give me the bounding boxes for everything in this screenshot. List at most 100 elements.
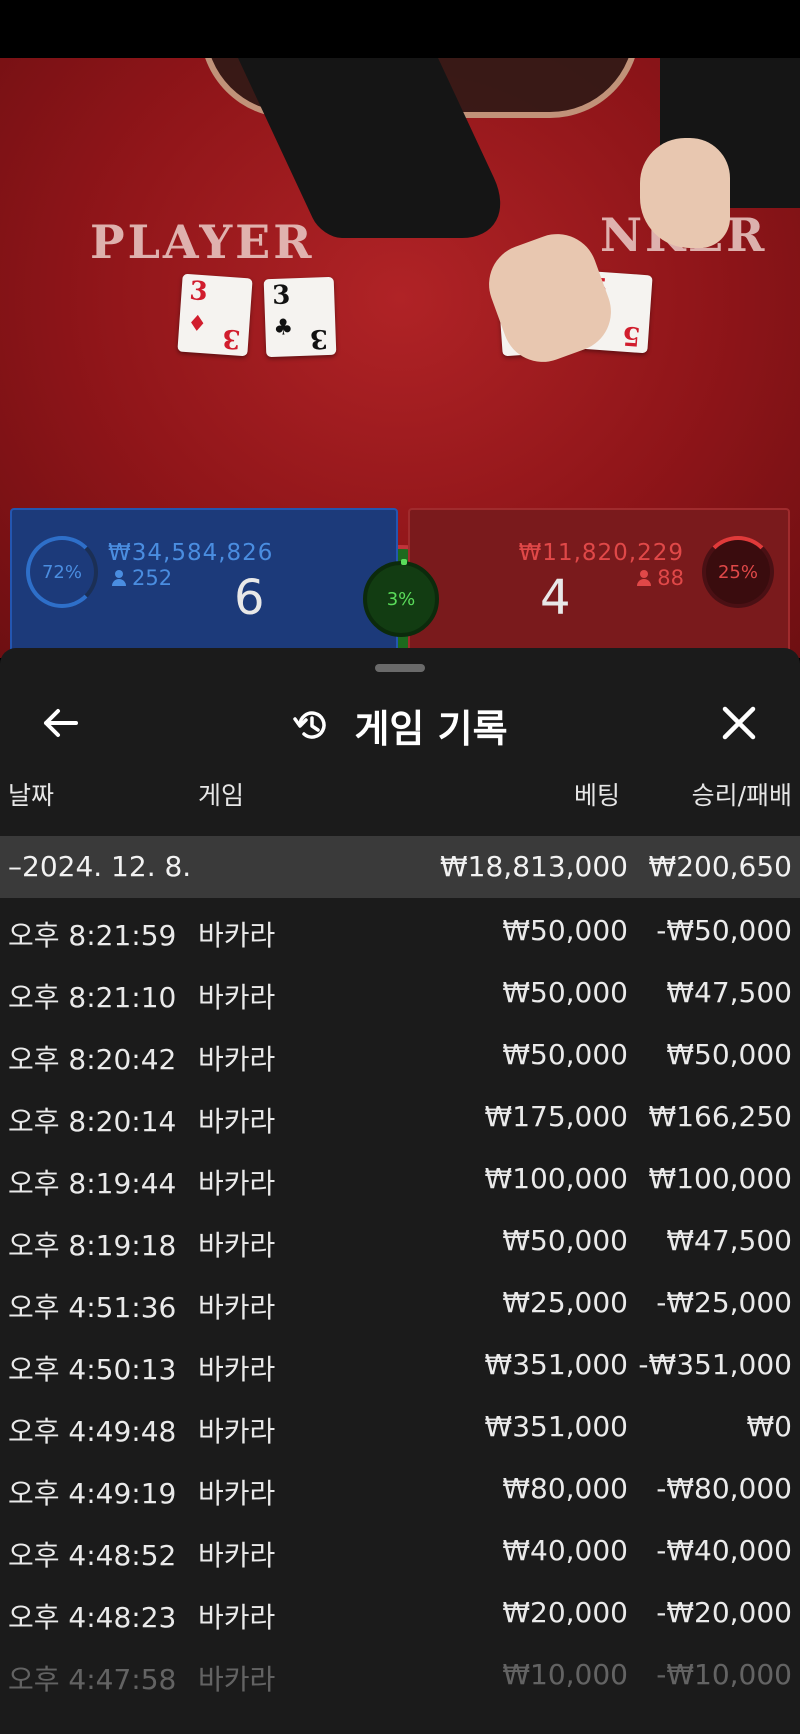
row-time: 오후 4:47:58 — [8, 1663, 177, 1696]
banker-bettor-count: 88 — [637, 566, 684, 590]
player-card-2: 3 ♣ 3 — [263, 276, 337, 358]
row-game: 바카라 — [198, 1539, 276, 1572]
player-total-bet: ₩34,584,826 — [108, 540, 274, 566]
column-header-result: 승리/패배 — [691, 781, 792, 810]
row-game: 바카라 — [198, 1043, 276, 1076]
history-row[interactable]: 오후 4:50:13 바카라 ₩351,000 -₩351,000 — [0, 1332, 800, 1394]
sheet-title: 게임 기록 — [354, 706, 508, 751]
history-row[interactable]: 오후 8:21:10 바카라 ₩50,000 ₩47,500 — [0, 960, 800, 1022]
row-time: 오후 4:49:48 — [8, 1415, 177, 1448]
card-suit: ♦ — [186, 310, 208, 338]
history-row[interactable]: 오후 8:20:42 바카라 ₩50,000 ₩50,000 — [0, 1022, 800, 1084]
row-game: 바카라 — [198, 1167, 276, 1200]
row-bet: ₩50,000 — [502, 1038, 628, 1071]
row-result: ₩47,500 — [666, 1224, 792, 1257]
banker-percent-ring: 25% — [702, 536, 774, 608]
row-bet: ₩40,000 — [502, 1534, 628, 1567]
history-list: 오후 8:21:59 바카라 ₩50,000 -₩50,000 오후 8:21:10 바… — [0, 898, 800, 1704]
row-bet: ₩50,000 — [502, 914, 628, 947]
player-bettor-count: 252 — [112, 566, 172, 590]
history-row[interactable]: 오후 4:47:58 바카라 ₩10,000 -₩10,000 — [0, 1642, 800, 1704]
player-count-value: 252 — [132, 566, 173, 590]
row-time: 오후 4:50:13 — [8, 1353, 177, 1386]
player-table-label: PLAYER — [90, 215, 315, 269]
person-icon — [637, 570, 652, 586]
row-result: ₩166,250 — [648, 1100, 792, 1133]
player-bet-panel[interactable]: 72% ₩34,584,826 252 6 — [10, 508, 398, 658]
banker-bet-panel[interactable]: 25% ₩11,820,229 88 4 — [408, 508, 790, 658]
row-bet: ₩351,000 — [484, 1348, 628, 1381]
arrow-left-icon[interactable] — [38, 700, 84, 746]
history-row[interactable]: 오후 8:21:59 바카라 ₩50,000 -₩50,000 — [0, 898, 800, 960]
row-bet: ₩100,000 — [484, 1162, 628, 1195]
banker-score: 4 — [540, 570, 571, 626]
day-date: –2024. 12. 8. — [8, 850, 192, 883]
row-result: -₩10,000 — [656, 1658, 792, 1691]
row-time: 오후 8:19:18 — [8, 1229, 177, 1262]
drag-handle[interactable] — [375, 664, 425, 672]
person-icon — [112, 570, 126, 586]
history-row[interactable]: 오후 8:20:14 바카라 ₩175,000 ₩166,250 — [0, 1084, 800, 1146]
row-game: 바카라 — [198, 1229, 276, 1262]
row-result: ₩47,500 — [666, 976, 792, 1009]
column-header-game: 게임 — [198, 781, 245, 810]
row-bet: ₩20,000 — [502, 1596, 628, 1629]
history-row[interactable]: 오후 4:49:19 바카라 ₩80,000 -₩80,000 — [0, 1456, 800, 1518]
game-history-sheet: 게임 기록 날짜 게임 베팅 승리/패배 –2024. 12. 8. ₩18,8… — [0, 648, 800, 1734]
title-wrap: 게임 기록 — [0, 690, 800, 760]
row-result: -₩80,000 — [656, 1472, 792, 1505]
tie-percent: 3% — [386, 588, 416, 610]
banker-count-value: 88 — [657, 566, 684, 590]
row-game: 바카라 — [198, 1477, 276, 1510]
row-game: 바카라 — [198, 1415, 276, 1448]
row-result: -₩40,000 — [656, 1534, 792, 1567]
player-card-1: 3 ♦ 3 — [177, 273, 253, 357]
player-percent-ring: 72% — [26, 536, 98, 608]
row-game: 바카라 — [198, 919, 276, 952]
card-rank: 3 — [271, 280, 291, 311]
row-result: ₩0 — [746, 1410, 793, 1443]
history-row[interactable]: 오후 8:19:18 바카라 ₩50,000 ₩47,500 — [0, 1208, 800, 1270]
card-rank: 3 — [188, 276, 209, 308]
day-total-result: ₩200,650 — [648, 850, 792, 883]
day-summary-row[interactable]: –2024. 12. 8. ₩18,813,000 ₩200,650 — [0, 836, 800, 898]
row-time: 오후 4:51:36 — [8, 1291, 177, 1324]
row-time: 오후 4:49:19 — [8, 1477, 177, 1510]
history-row[interactable]: 오후 4:51:36 바카라 ₩25,000 -₩25,000 — [0, 1270, 800, 1332]
day-total-bet: ₩18,813,000 — [439, 850, 628, 883]
banker-percent: 25% — [717, 561, 758, 583]
row-time: 오후 4:48:23 — [8, 1601, 177, 1634]
row-time: 오후 8:21:59 — [8, 919, 177, 952]
row-game: 바카라 — [198, 981, 276, 1014]
row-time: 오후 8:21:10 — [8, 981, 177, 1014]
history-icon — [293, 711, 327, 739]
card-suit: ♣ — [272, 314, 294, 341]
sheet-header: 게임 기록 — [0, 690, 800, 760]
row-result: -₩50,000 — [656, 914, 792, 947]
card-rank: 3 — [309, 323, 329, 354]
tie-percent-ring: 3% — [363, 559, 439, 637]
history-row[interactable]: 오후 8:19:44 바카라 ₩100,000 ₩100,000 — [0, 1146, 800, 1208]
row-game: 바카라 — [198, 1663, 276, 1696]
row-result: ₩100,000 — [648, 1162, 792, 1195]
row-result: -₩25,000 — [656, 1286, 792, 1319]
row-bet: ₩50,000 — [502, 1224, 628, 1257]
row-time: 오후 8:19:44 — [8, 1167, 177, 1200]
row-game: 바카라 — [198, 1601, 276, 1634]
row-bet: ₩10,000 — [502, 1658, 628, 1691]
history-row[interactable]: 오후 4:48:23 바카라 ₩20,000 -₩20,000 — [0, 1580, 800, 1642]
column-header-date: 날짜 — [8, 781, 55, 810]
history-row[interactable]: 오후 4:48:52 바카라 ₩40,000 -₩40,000 — [0, 1518, 800, 1580]
history-row[interactable]: 오후 4:49:48 바카라 ₩351,000 ₩0 — [0, 1394, 800, 1456]
row-result: -₩20,000 — [656, 1596, 792, 1629]
card-rank: 5 — [621, 319, 642, 351]
status-bar — [0, 0, 800, 58]
close-icon[interactable] — [716, 700, 762, 746]
player-score: 6 — [234, 570, 265, 626]
card-rank: 3 — [221, 322, 242, 354]
row-bet: ₩50,000 — [502, 976, 628, 1009]
row-game: 바카라 — [198, 1105, 276, 1138]
row-time: 오후 8:20:14 — [8, 1105, 177, 1138]
column-header-bet: 베팅 — [573, 781, 620, 810]
row-bet: ₩80,000 — [502, 1472, 628, 1505]
